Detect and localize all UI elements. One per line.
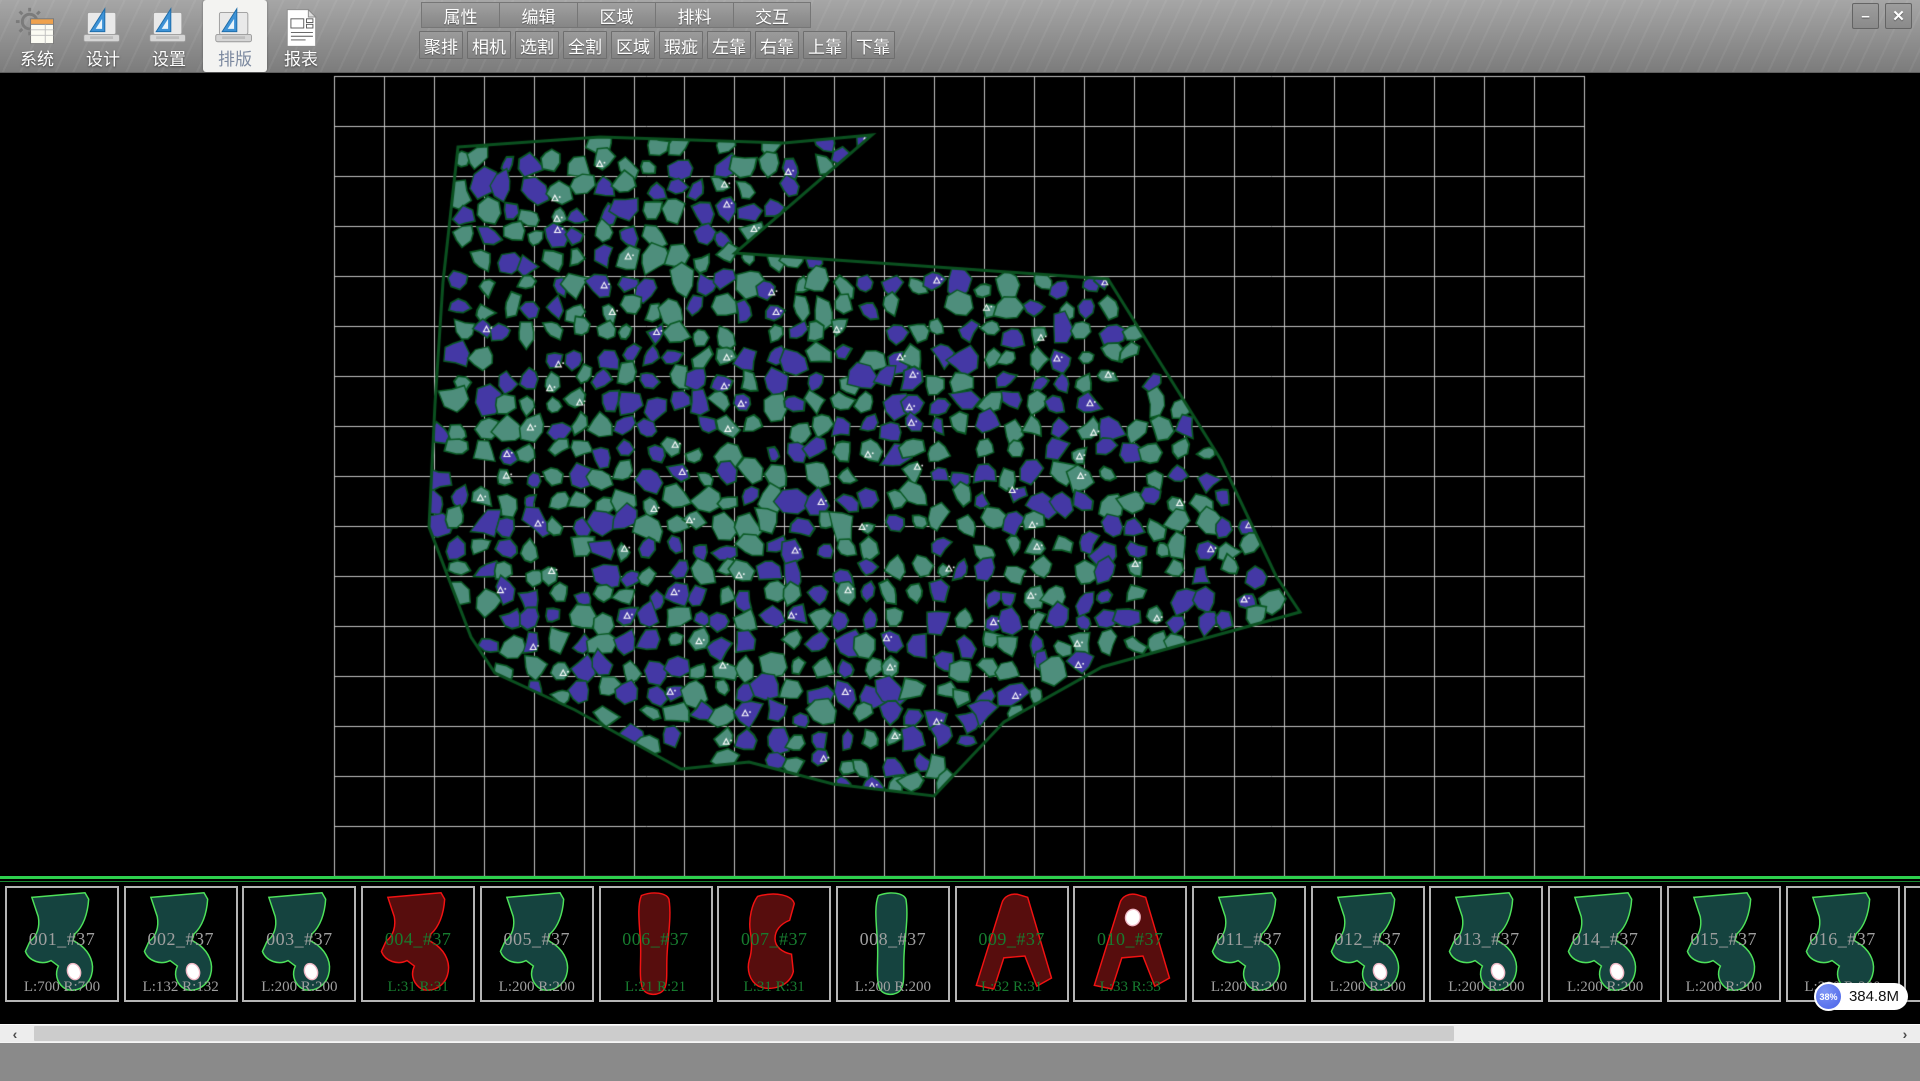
piece-count-label: L:200 R:200 (1431, 979, 1541, 996)
piece-id-label: 015_#37 (1669, 929, 1779, 950)
piece-id-label: 003_#37 (244, 929, 354, 950)
piece-thumbnail-15[interactable]: 015_#37 L:200 R:200 (1667, 886, 1781, 1002)
piece-count-label: L:200 R:200 (1906, 979, 1920, 996)
piece-thumbnail-3[interactable]: 003_#37 L:200 R:200 (242, 886, 356, 1002)
system-icon (14, 6, 60, 50)
tool-bar: 聚排相机选割全割区域瑕疵左靠右靠上靠下靠 (419, 31, 895, 59)
piece-count-label: L:31 R:31 (363, 979, 473, 996)
piece-thumbnail-7[interactable]: 007_#37 L:31 R:31 (717, 886, 831, 1002)
piece-thumbnail-14[interactable]: 014_#37 L:200 R:200 (1548, 886, 1662, 1002)
piece-count-label: L:132 R:132 (126, 979, 236, 996)
piece-id-label: 013_#37 (1431, 929, 1541, 950)
piece-id-label: 012_#37 (1313, 929, 1423, 950)
piece-thumbnail-5[interactable]: 005_#37 L:200 R:200 (480, 886, 594, 1002)
piece-count-label: L:200 R:200 (838, 979, 948, 996)
piece-count-label: L:200 R:200 (1194, 979, 1304, 996)
minimize-button[interactable]: – (1852, 3, 1879, 29)
menu-item-3[interactable]: 区域 (577, 2, 655, 28)
piece-id-label: 008_#37 (838, 929, 948, 950)
app-tab-5[interactable]: 报表 (269, 0, 333, 72)
tool-button-1[interactable]: 聚排 (419, 31, 463, 59)
piece-thumbnail-4[interactable]: 004_#37 L:31 R:31 (361, 886, 475, 1002)
piece-count-label: L:31 R:31 (719, 979, 829, 996)
piece-id-label: 004_#37 (363, 929, 473, 950)
tool-button-2[interactable]: 相机 (467, 31, 511, 59)
piece-id-label: 007_#37 (719, 929, 829, 950)
piece-thumbnail-10[interactable]: 010_#37 L:33 R:33 (1073, 886, 1187, 1002)
status-bar (0, 1042, 1920, 1081)
piece-id-label: 016_#37 (1788, 929, 1898, 950)
title-bar: 系统 设计 设置 排版 报表 属性编辑区域排料交互 聚排相机选割全割区域瑕疵左靠… (0, 0, 1920, 73)
scroll-left-button[interactable]: ‹ (0, 1025, 30, 1042)
cad-icon (80, 6, 126, 50)
tool-button-7[interactable]: 左靠 (707, 31, 751, 59)
piece-count-label: L:32 R:31 (957, 979, 1067, 996)
piece-thumbnail-12[interactable]: 012_#37 L:200 R:200 (1311, 886, 1425, 1002)
piece-id-label: 017_#37 (1906, 929, 1920, 950)
piece-count-label: L:200 R:200 (482, 979, 592, 996)
piece-thumbnail-11[interactable]: 011_#37 L:200 R:200 (1192, 886, 1306, 1002)
menu-bar: 属性编辑区域排料交互 (421, 2, 811, 28)
piece-thumbnail-13[interactable]: 013_#37 L:200 R:200 (1429, 886, 1543, 1002)
cad-icon (212, 6, 258, 50)
menu-item-1[interactable]: 属性 (421, 2, 499, 28)
tool-button-9[interactable]: 上靠 (803, 31, 847, 59)
piece-count-label: L:200 R:200 (1550, 979, 1660, 996)
app-tab-label: 系统 (20, 51, 54, 69)
app-tab-label: 设计 (86, 51, 120, 69)
piece-count-label: L:200 R:200 (1313, 979, 1423, 996)
app-tab-3[interactable]: 设置 (137, 0, 201, 72)
app-tab-label: 报表 (284, 51, 318, 69)
app-tab-1[interactable]: 系统 (5, 0, 69, 72)
piece-id-label: 011_#37 (1194, 929, 1304, 950)
piece-count-label: L:33 R:33 (1075, 979, 1185, 996)
menu-item-2[interactable]: 编辑 (499, 2, 577, 28)
piece-count-label: L:700 R:700 (7, 979, 117, 996)
piece-id-label: 006_#37 (601, 929, 711, 950)
window-buttons: – ✕ (1852, 3, 1912, 29)
piece-thumbnail-strip: 001_#37 L:700 R:700 002_#37 L:132 R:132 003_… (0, 876, 1920, 1022)
close-button[interactable]: ✕ (1885, 3, 1912, 29)
tool-button-4[interactable]: 全割 (563, 31, 607, 59)
piece-thumbnail-6[interactable]: 006_#37 L:21 R:21 (599, 886, 713, 1002)
piece-thumbnail-2[interactable]: 002_#37 L:132 R:132 (124, 886, 238, 1002)
menu-item-5[interactable]: 交互 (733, 2, 811, 28)
piece-id-label: 014_#37 (1550, 929, 1660, 950)
app-tab-4[interactable]: 排版 (203, 0, 267, 72)
piece-id-label: 002_#37 (126, 929, 236, 950)
progress-badge: 38% (1814, 982, 1843, 1011)
piece-id-label: 005_#37 (482, 929, 592, 950)
piece-thumbnail-1[interactable]: 001_#37 L:700 R:700 (5, 886, 119, 1002)
tool-button-3[interactable]: 选割 (515, 31, 559, 59)
piece-id-label: 001_#37 (7, 929, 117, 950)
piece-id-label: 010_#37 (1075, 929, 1185, 950)
app-bar: 系统 设计 设置 排版 报表 (4, 0, 334, 72)
strip-accent-line-2 (0, 881, 1920, 882)
piece-count-label: L:200 R:200 (244, 979, 354, 996)
horizontal-scrollbar[interactable]: ‹ › (0, 1024, 1920, 1042)
scrollbar-thumb[interactable] (34, 1026, 1454, 1041)
cad-icon (146, 6, 192, 50)
piece-thumbnail-9[interactable]: 009_#37 L:32 R:31 (955, 886, 1069, 1002)
piece-id-label: 009_#37 (957, 929, 1067, 950)
piece-thumbnail-17[interactable]: 017_#37 L:200 R:200 (1904, 886, 1920, 1002)
report-icon (278, 6, 324, 50)
tool-button-6[interactable]: 瑕疵 (659, 31, 703, 59)
app-tab-label: 设置 (152, 51, 186, 69)
scroll-right-button[interactable]: › (1890, 1025, 1920, 1042)
menu-item-4[interactable]: 排料 (655, 2, 733, 28)
piece-count-label: L:200 R:200 (1669, 979, 1779, 996)
strip-accent-line (0, 876, 1920, 879)
tool-button-8[interactable]: 右靠 (755, 31, 799, 59)
app-tab-label: 排版 (218, 51, 252, 69)
tool-button-5[interactable]: 区域 (611, 31, 655, 59)
piece-count-label: L:21 R:21 (601, 979, 711, 996)
tool-button-10[interactable]: 下靠 (851, 31, 895, 59)
app-tab-2[interactable]: 设计 (71, 0, 135, 72)
piece-thumbnail-8[interactable]: 008_#37 L:200 R:200 (836, 886, 950, 1002)
